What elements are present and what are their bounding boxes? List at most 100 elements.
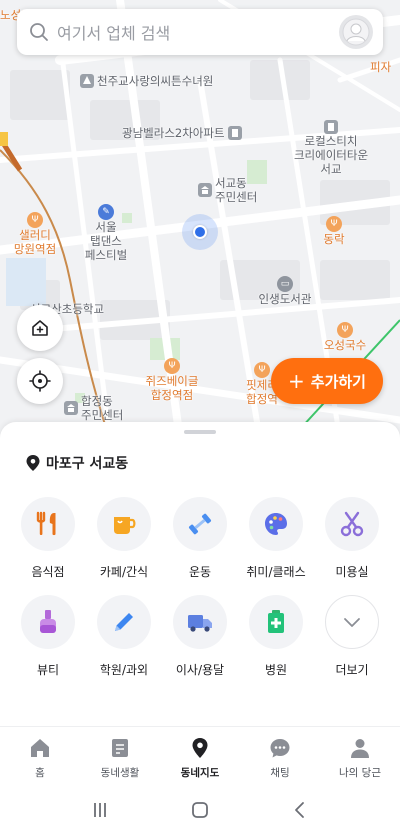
pencil-icon [115,613,133,631]
category-beauty[interactable]: 뷰티 [10,595,86,678]
poi-church[interactable]: 천주교사랑의씨튼수녀원 [80,74,213,88]
poi-hapjeong-center[interactable]: 합정동 주민센터 [64,394,123,422]
person-icon [351,739,369,758]
category-beauty-label: 뷰티 [36,663,60,677]
map-pin-icon [192,738,208,758]
add-button-label: 추가하기 [310,372,366,391]
home-plus-icon [32,320,48,336]
dumbbell-icon [188,513,212,535]
poi-apartment[interactable]: 광남벨라스2차아파트 [122,126,242,140]
government-building-icon [64,401,78,415]
chat-icon [270,739,290,758]
search-bar[interactable]: 여기서 업체 검색 [17,9,383,55]
poi-library[interactable]: ▭ 인생도서관 [250,276,320,306]
category-academy[interactable]: 학원/과외 [86,595,162,678]
scissors-icon [340,511,364,537]
poi-osung[interactable]: Ψ 오성국수 [318,322,372,352]
search-icon [30,23,48,41]
government-building-icon [198,183,212,197]
poi-seogyo-center[interactable]: 서교동 주민센터 [198,176,257,204]
category-beauty-circle [21,595,75,649]
nail-polish-icon [40,610,56,633]
category-hair-salon-label: 미용실 [335,565,369,579]
home-icon [31,739,49,757]
building-icon [324,120,338,134]
book-icon: ▭ [277,276,293,292]
category-hair-salon[interactable]: 미용실 [314,497,390,580]
current-location-dot [193,225,207,239]
bottom-nav: 홈 동네생활 동네지도 채팅 나의 당근 [0,726,400,786]
map-pin-icon [26,455,40,471]
search-input[interactable]: 여기서 업체 검색 [57,20,339,44]
restaurant-icon: Ψ [27,212,43,228]
recent-apps-icon[interactable] [90,800,110,820]
category-hospital[interactable]: 병원 [238,595,314,678]
category-moving[interactable]: 이사/용달 [162,595,238,678]
poi-donglak-label: 동락 [323,232,345,246]
poi-cheese-bagel-label: 쥐즈베이글 합정역점 [145,374,199,402]
poi-osung-label: 오성국수 [323,338,367,352]
nav-chat[interactable]: 채팅 [240,727,320,786]
restaurant-icon: Ψ [254,362,270,378]
nav-map[interactable]: 동네지도 [160,727,240,786]
poi-seoul-tapdance-label: 서울 탭댄스 페스티벌 [84,220,128,262]
nav-home[interactable]: 홈 [0,727,80,786]
add-button[interactable]: + 추가하기 [271,358,383,404]
nav-my-label: 나의 당근 [339,767,381,779]
poi-hapjeong-center-label: 합정동 주민센터 [81,394,124,422]
map-view[interactable]: 천주교사랑의씨튼수녀원 광남벨라스2차아파트 로컬스티치 크리에이터타운 서교 … [0,0,400,440]
category-moving-label: 이사/용달 [175,663,225,677]
poi-library-label: 인생도서관 [258,292,312,306]
poi-creator-town-label: 로컬스티치 크리에이터타운 서교 [293,134,369,176]
my-location-button[interactable] [17,358,63,404]
neighborhood-home-button[interactable] [17,305,63,351]
fork-knife-icon [36,511,56,536]
poi-cheese-bagel[interactable]: Ψ 쥐즈베이글 합정역점 [132,358,212,402]
poi-church-label: 천주교사랑의씨튼수녀원 [97,74,214,88]
category-hair-salon-circle [325,497,379,551]
category-hobby-circle [249,497,303,551]
category-more-circle [325,595,379,649]
poi-seogyo-center-label: 서교동 주민센터 [215,176,258,204]
home-square-icon[interactable] [190,800,210,820]
avatar[interactable] [339,15,373,49]
medical-kit-icon [268,610,284,633]
category-cafe[interactable]: 카페/간식 [86,497,162,580]
category-cafe-label: 카페/간식 [99,565,149,579]
truck-icon [188,615,212,632]
building-icon [227,126,242,140]
crosshair-icon [29,370,51,392]
poi-salad[interactable]: Ψ 샐러디 망원역점 [4,212,66,256]
category-restaurant-label: 음식점 [31,565,65,579]
nav-chat-label: 채팅 [270,767,290,779]
category-academy-label: 학원/과외 [99,663,149,677]
back-icon[interactable] [290,800,310,820]
category-restaurant[interactable]: 음식점 [10,497,86,580]
sheet-drag-handle[interactable] [184,430,216,434]
category-hobby-label: 취미/클래스 [246,565,306,579]
current-location-label: 마포구 서교동 [26,453,128,473]
profile-icon [342,18,370,46]
nav-community-label: 동네생활 [100,767,140,779]
category-hospital-label: 병원 [264,663,288,677]
plus-icon: + [288,369,305,393]
document-icon [112,739,128,757]
location-text: 마포구 서교동 [46,456,129,472]
poi-seoul-tapdance[interactable]: ✎ 서울 탭댄스 페스티벌 [76,204,136,262]
category-exercise-circle [173,497,227,551]
category-restaurant-circle [21,497,75,551]
category-exercise-label: 운동 [188,565,212,579]
restaurant-icon: Ψ [164,358,180,374]
category-hobby[interactable]: 취미/클래스 [238,497,314,580]
category-exercise[interactable]: 운동 [162,497,238,580]
poi-creator-town[interactable]: 로컬스티치 크리에이터타운 서교 [276,120,386,176]
palette-icon [265,513,287,535]
category-more[interactable]: 더보기 [314,595,390,678]
poi-salad-label: 샐러디 망원역점 [13,228,57,256]
nav-home-label: 홈 [35,767,45,779]
category-academy-circle [97,595,151,649]
nav-community[interactable]: 동네생활 [80,727,160,786]
nav-my[interactable]: 나의 당근 [320,727,400,786]
category-hospital-circle [249,595,303,649]
poi-donglak[interactable]: Ψ 동락 [316,216,352,246]
